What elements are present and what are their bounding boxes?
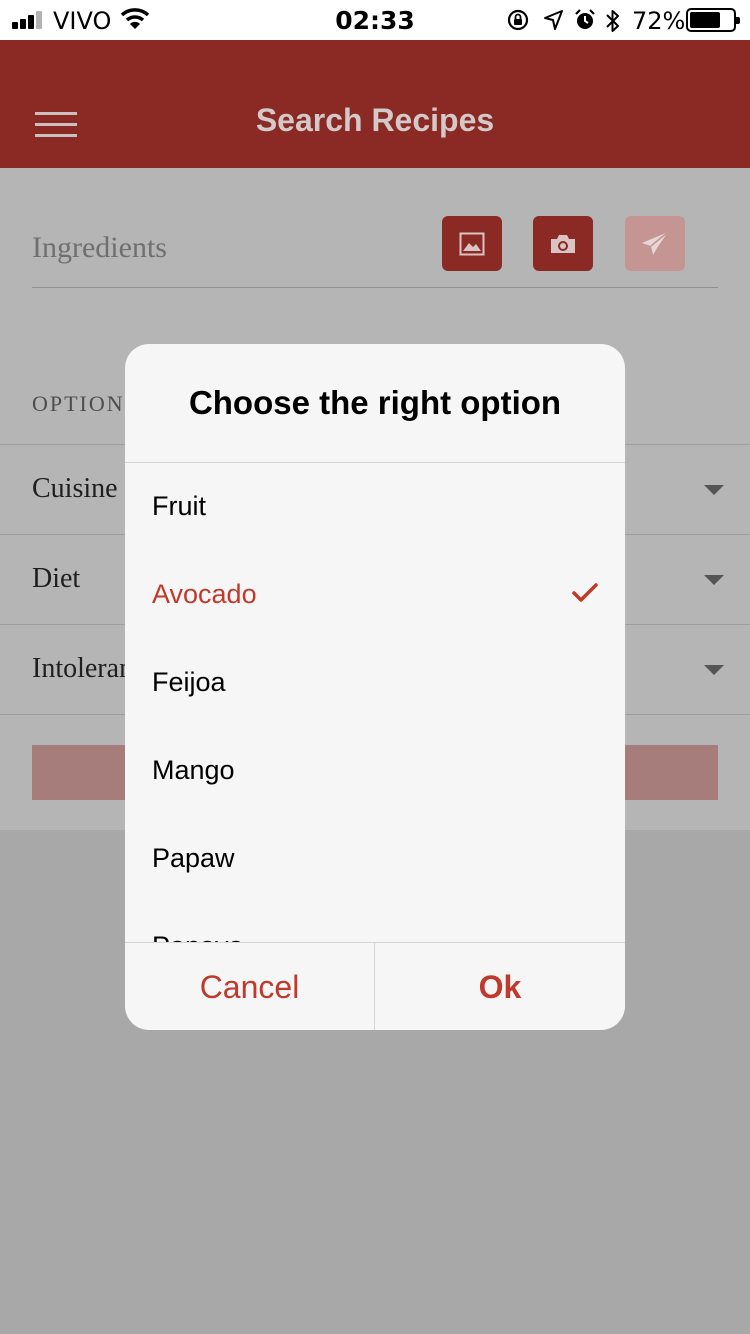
option-label: Papaya [152,931,244,942]
location-arrow-icon [544,10,563,30]
option-item-selected[interactable]: Avocado [125,551,625,639]
dialog-title: Choose the right option [188,384,562,421]
page-title: Search Recipes [255,102,495,138]
paper-plane-icon [642,230,669,255]
option-label: Feijoa [152,667,226,697]
alarm-icon [575,9,595,29]
camera-icon [551,234,575,253]
option-item[interactable]: Mango [125,727,625,815]
status-bar: VIVO 02:33 72% [0,0,750,40]
battery-level-fill [690,12,720,28]
caret-down-icon [704,665,724,675]
option-item[interactable]: Papaya [125,903,625,942]
ok-button[interactable]: Ok [375,943,625,1030]
rotation-lock-icon [507,9,529,31]
caret-down-icon [704,485,724,495]
bluetooth-icon [606,10,619,32]
battery-percentage: 72% [632,7,686,35]
input-underline [32,287,718,288]
app-bar: Search Recipes [0,40,750,168]
select-label: Cuisine [32,473,118,504]
option-picker-dialog: Choose the right option Fruit Avocado Fe… [125,344,625,1030]
ingredients-input[interactable] [32,228,412,268]
option-item[interactable]: Feijoa [125,639,625,727]
battery-icon [686,8,740,32]
option-label: Mango [152,755,235,785]
gallery-button[interactable] [442,216,502,271]
send-button[interactable] [625,216,685,271]
caret-down-icon [704,575,724,585]
option-label: Papaw [152,843,235,873]
options-heading: OPTION [32,391,125,416]
image-icon [459,232,485,255]
option-label: Avocado [152,579,257,609]
dialog-actions: Cancel Ok [125,942,625,1030]
option-item[interactable]: Papaw [125,815,625,903]
cancel-button[interactable]: Cancel [125,943,375,1030]
option-label: Fruit [152,491,206,521]
option-item[interactable]: Fruit [125,463,625,551]
select-label: Diet [32,563,81,594]
options-list[interactable]: Fruit Avocado Feijoa Mango Papaw Papaya [125,463,625,942]
checkmark-icon [572,583,598,602]
select-label: Intoleran [32,653,134,684]
camera-button[interactable] [533,216,593,271]
